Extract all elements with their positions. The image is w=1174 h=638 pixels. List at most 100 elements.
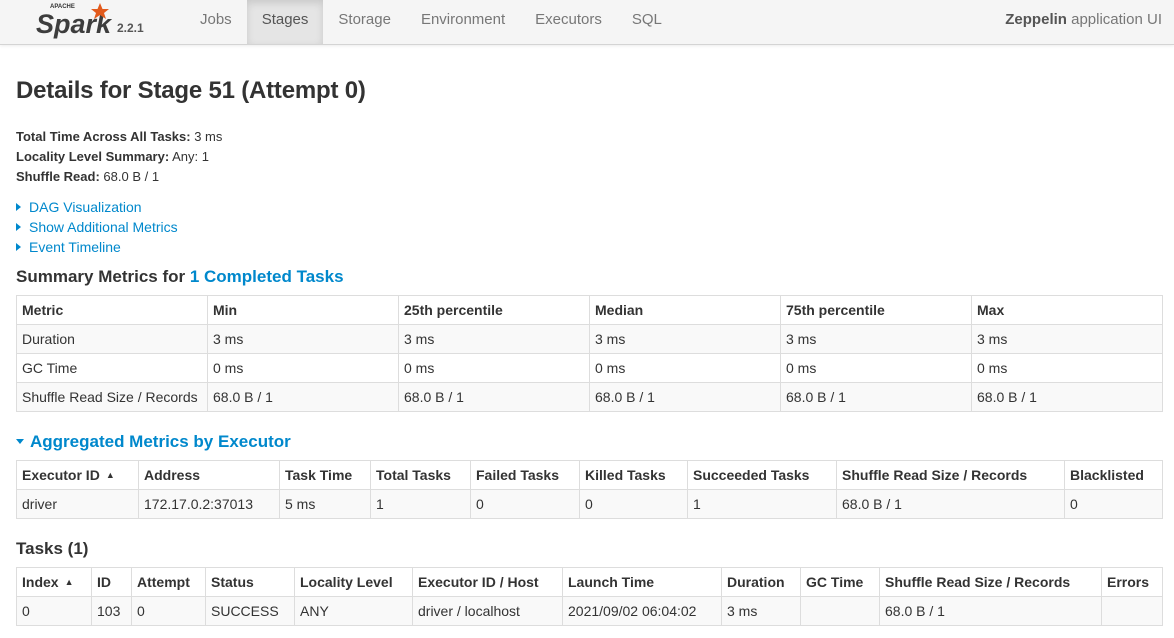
table-row: 0 103 0 SUCCESS ANY driver / localhost 2… [16,596,1163,626]
aggregated-metrics-table: Executor ID ▲ Address Task Time Total Tas… [16,460,1163,519]
column-header: Max [971,295,1163,325]
column-header: 75th percentile [780,295,972,325]
caret-right-icon [16,223,21,231]
event-timeline-link[interactable]: Event Timeline [16,237,1162,257]
table-cell: driver / localhost [412,596,563,626]
table-header-row: Index ▲ ID Attempt Status Locality Level … [16,567,1163,597]
table-row: GC Time 0 ms 0 ms 0 ms 0 ms 0 ms [16,353,1163,383]
column-header: Metric [16,295,208,325]
dag-visualization-link[interactable]: DAG Visualization [16,197,1162,217]
column-header[interactable]: GC Time [800,567,880,597]
table-cell: 0 ms [207,353,399,383]
column-header[interactable]: Total Tasks [370,460,471,490]
column-header-label: Executor ID [22,467,100,483]
summary-total-time: Total Time Across All Tasks: 3 ms [16,127,1162,147]
column-header[interactable]: Killed Tasks [579,460,688,490]
column-header-executor-id[interactable]: Executor ID ▲ [16,460,139,490]
column-header[interactable]: Locality Level [294,567,413,597]
table-cell: 3 ms [780,324,972,354]
summary-shuffle-read: Shuffle Read: 68.0 B / 1 [16,167,1162,187]
column-header: 25th percentile [398,295,590,325]
summary-label: Total Time Across All Tasks: [16,129,191,144]
tab-storage[interactable]: Storage [323,0,406,44]
app-name: Zeppelin [1005,11,1067,28]
summary-label: Shuffle Read: [16,169,100,184]
column-header[interactable]: Failed Tasks [470,460,580,490]
app-suffix: application UI [1066,11,1162,28]
column-header[interactable]: Succeeded Tasks [687,460,837,490]
spark-logo[interactable]: APACHE Spark 2.2.1 [34,0,154,44]
spark-version: 2.2.1 [117,21,144,35]
table-cell: 68.0 B / 1 [836,489,1065,519]
table-cell [800,596,880,626]
expander-links: DAG Visualization Show Additional Metric… [16,197,1162,257]
caret-down-icon [16,439,24,444]
column-header[interactable]: Errors [1101,567,1163,597]
column-header: Median [589,295,781,325]
column-header[interactable]: Status [205,567,295,597]
summary-locality: Locality Level Summary: Any: 1 [16,147,1162,167]
tab-stages[interactable]: Stages [246,0,324,44]
column-header[interactable]: Launch Time [562,567,722,597]
tab-sql[interactable]: SQL [617,0,677,44]
tasks-table: Index ▲ ID Attempt Status Locality Level … [16,567,1163,626]
column-header[interactable]: Shuffle Read Size / Records [879,567,1102,597]
table-cell: 68.0 B / 1 [780,382,972,412]
table-cell: 0 [579,489,688,519]
column-header[interactable]: Duration [721,567,801,597]
table-header-row: Metric Min 25th percentile Median 75th p… [16,295,1163,325]
table-cell: 68.0 B / 1 [398,382,590,412]
table-cell: Shuffle Read Size / Records [16,382,208,412]
table-row: Duration 3 ms 3 ms 3 ms 3 ms 3 ms [16,324,1163,354]
column-header[interactable]: Task Time [279,460,371,490]
tab-environment[interactable]: Environment [406,0,520,44]
caret-right-icon [16,203,21,211]
event-timeline-text[interactable]: Event Timeline [29,239,121,255]
table-cell: 3 ms [971,324,1163,354]
completed-tasks-link[interactable]: 1 Completed Tasks [190,267,344,286]
summary-metrics-title: Summary Metrics for 1 Completed Tasks [16,267,1162,287]
column-header[interactable]: Address [138,460,280,490]
table-cell: 0 [1064,489,1163,519]
show-additional-metrics-link[interactable]: Show Additional Metrics [16,217,1162,237]
stage-summary: Total Time Across All Tasks: 3 ms Locali… [16,127,1162,187]
table-cell: 0 [16,596,92,626]
table-cell: driver [16,489,139,519]
nav-tabs: Jobs Stages Storage Environment Executor… [185,0,677,44]
column-header[interactable]: Blacklisted [1064,460,1163,490]
sort-asc-icon: ▲ [64,577,74,587]
table-cell: 0 ms [589,353,781,383]
table-cell: 0 ms [780,353,972,383]
table-cell: 1 [370,489,471,519]
dag-visualization-text[interactable]: DAG Visualization [29,199,142,215]
tab-jobs[interactable]: Jobs [185,0,247,44]
table-cell: 0 ms [398,353,590,383]
table-cell: 1 [687,489,837,519]
column-header: Min [207,295,399,325]
summary-value: 68.0 B / 1 [99,169,160,184]
summary-label: Locality Level Summary: [16,149,170,164]
column-header[interactable]: Attempt [131,567,206,597]
navbar: APACHE Spark 2.2.1 Jobs Stages Storage E… [0,0,1174,45]
table-cell: 0 [470,489,580,519]
summary-metrics-prefix: Summary Metrics for [16,267,190,286]
aggregated-metrics-toggle[interactable]: Aggregated Metrics by Executor [16,432,1162,452]
column-header[interactable]: Executor ID / Host [412,567,563,597]
aggregated-metrics-title: Aggregated Metrics by Executor [30,432,291,451]
summary-value: 3 ms [190,129,223,144]
page-title: Details for Stage 51 (Attempt 0) [16,77,366,104]
table-cell: 0 ms [971,353,1163,383]
table-cell: SUCCESS [205,596,295,626]
spark-logo-icon: APACHE Spark [36,3,113,39]
table-cell: GC Time [16,353,208,383]
table-cell: 3 ms [721,596,801,626]
column-header[interactable]: ID [91,567,132,597]
table-cell: 3 ms [207,324,399,354]
column-header[interactable]: Shuffle Read Size / Records [836,460,1065,490]
column-header-index[interactable]: Index ▲ [16,567,92,597]
tab-executors[interactable]: Executors [520,0,617,44]
table-row: Shuffle Read Size / Records 68.0 B / 1 6… [16,382,1163,412]
show-additional-metrics-text[interactable]: Show Additional Metrics [29,219,178,235]
app-title: Zeppelin application UI [1005,0,1162,40]
main-content: Details for Stage 51 (Attempt 0) Total T… [0,77,1174,626]
